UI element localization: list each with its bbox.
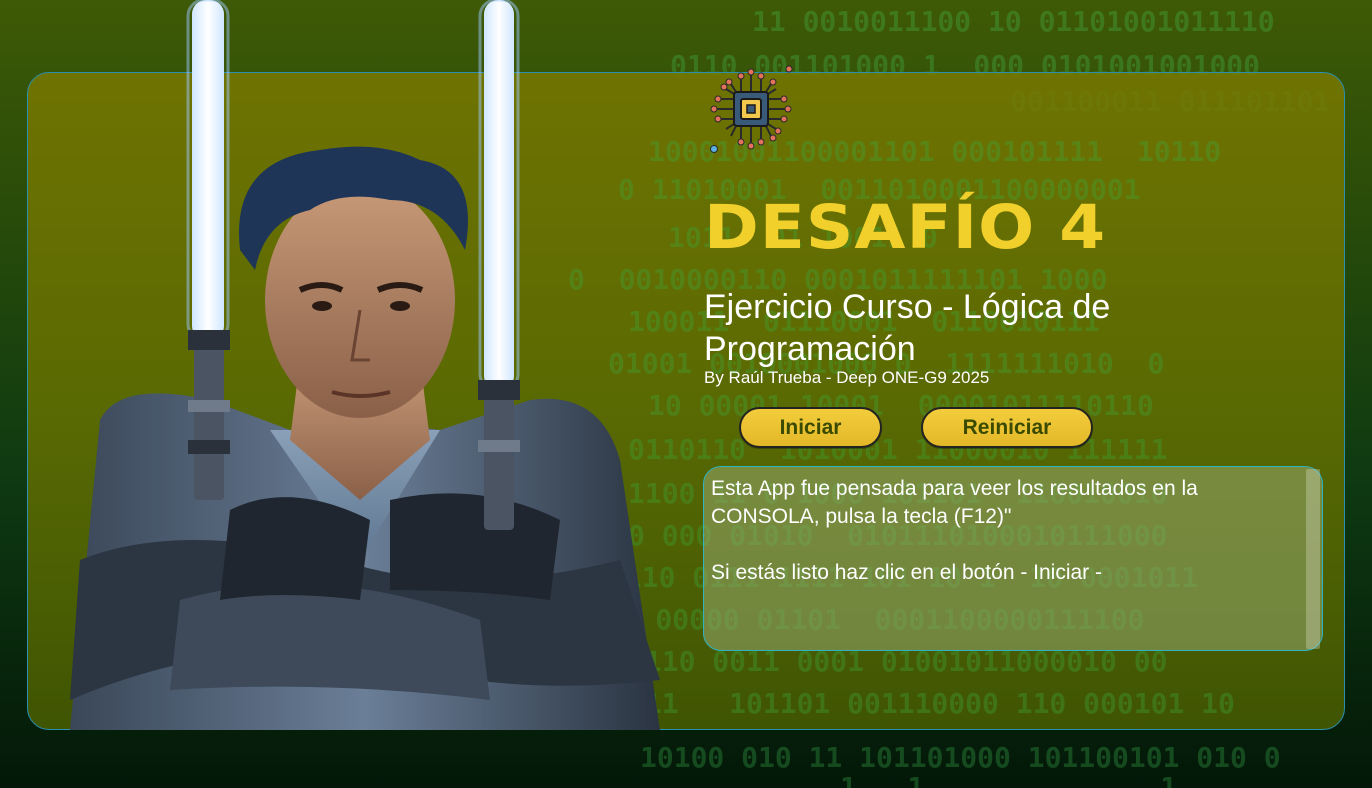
page-subtitle: Ejercicio Curso - Lógica de Programación xyxy=(704,288,1111,368)
circuit-chip-icon xyxy=(710,65,793,153)
message-scrollbar[interactable] xyxy=(1306,469,1320,649)
jedi-character-image xyxy=(70,0,660,730)
message-line: CONSOLA, pulsa la tecla (F12)" xyxy=(711,505,1012,528)
reset-button[interactable]: Reiniciar xyxy=(921,407,1093,448)
page-title: DESAFÍO 4 xyxy=(704,192,1107,263)
message-textarea[interactable]: Esta App fue pensada para veer los resul… xyxy=(703,466,1323,651)
message-spacer xyxy=(711,531,1282,559)
start-button[interactable]: Iniciar xyxy=(739,407,882,448)
message-line: Esta App fue pensada para veer los resul… xyxy=(711,477,1198,500)
author-byline: By Raúl Trueba - Deep ONE-G9 2025 xyxy=(704,368,990,387)
message-line: Si estás listo haz clic en el botón - In… xyxy=(711,561,1103,584)
